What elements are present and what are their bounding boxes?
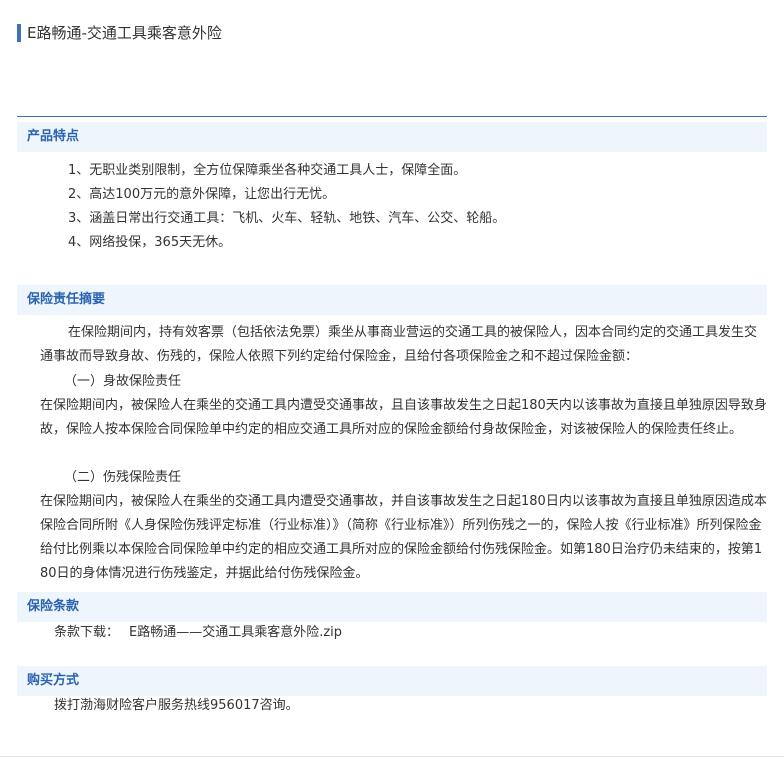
death-liability-text: 在保险期间内，被保险人在乘坐的交通工具内遭受交通事故，且自该事故发生之日起180…: [40, 398, 767, 437]
disability-liability-text: 在保险期间内，被保险人在乘坐的交通工具内遭受交通事故，并自该事故发生之日起180…: [40, 494, 767, 581]
terms-download-row: 条款下载： E路畅通——交通工具乘客意外险.zip: [54, 622, 342, 644]
terms-download-link[interactable]: E路畅通——交通工具乘客意外险.zip: [129, 625, 342, 640]
list-item: 1、无职业类别限制，全方位保障乘坐各种交通工具人士，保障全面。: [68, 163, 467, 178]
list-item: 3、涵盖日常出行交通工具：飞机、火车、轻轨、地铁、汽车、公交、轮船。: [68, 211, 506, 226]
page-title: E路畅通-交通工具乘客意外险: [17, 24, 222, 42]
list-item: 4、网络投保，365天无休。: [68, 235, 232, 250]
download-label: 条款下载：: [54, 625, 120, 640]
section-heading-features: 产品特点: [17, 122, 767, 152]
section-heading-purchase: 购买方式: [17, 666, 767, 696]
purchase-text: 拨打渤海财险客户服务热线956017咨询。: [54, 698, 299, 713]
features-list: 1、无职业类别限制，全方位保障乘坐各种交通工具人士，保障全面。 2、高达100万…: [68, 159, 505, 255]
section-heading-liability: 保险责任摘要: [17, 285, 767, 315]
list-item: 2、高达100万元的意外保障，让您出行无忧。: [68, 187, 336, 202]
liability-intro: 在保险期间内，持有效客票（包括依法免票）乘坐从事商业营运的交通工具的被保险人，因…: [40, 325, 758, 364]
title-divider: [17, 116, 767, 117]
section-heading-terms: 保险条款: [17, 592, 767, 622]
disability-liability-heading: （二）伤残保险责任: [64, 470, 182, 485]
bottom-divider: [0, 756, 784, 757]
death-liability-heading: （一）身故保险责任: [64, 374, 182, 389]
